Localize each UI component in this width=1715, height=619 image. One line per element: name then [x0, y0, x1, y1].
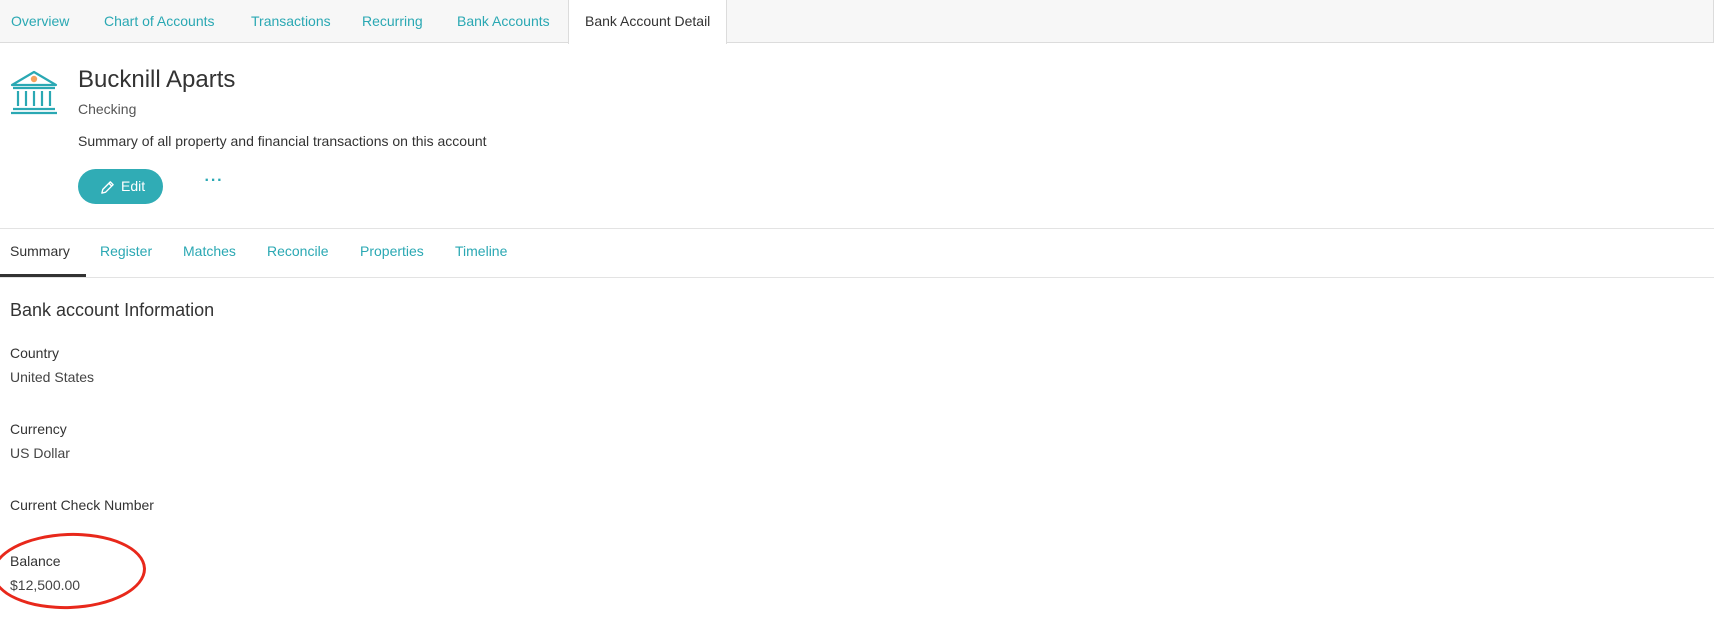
header-divider	[0, 228, 1714, 229]
edit-button-label: Edit	[121, 178, 146, 194]
pencil-icon	[101, 181, 114, 194]
section-title: Bank account Information	[10, 300, 215, 320]
tab-overview[interactable]: Overview	[11, 0, 69, 43]
country-label: Country	[10, 345, 60, 361]
tab-recurring[interactable]: Recurring	[362, 0, 423, 43]
tab-bank-accounts[interactable]: Bank Accounts	[457, 0, 550, 43]
account-type: Checking	[78, 101, 137, 117]
tab-transactions[interactable]: Transactions	[251, 0, 331, 43]
bank-building-icon	[10, 70, 58, 115]
ellipsis-icon[interactable]: ···	[203, 173, 225, 196]
subtab-summary[interactable]: Summary	[10, 243, 70, 259]
subtab-properties[interactable]: Properties	[360, 243, 424, 259]
subtab-timeline[interactable]: Timeline	[455, 243, 507, 259]
currency-value: US Dollar	[10, 445, 70, 461]
account-description: Summary of all property and financial tr…	[78, 133, 487, 149]
currency-label: Currency	[10, 421, 67, 437]
edit-button[interactable]: Edit	[78, 169, 163, 204]
account-name: Bucknill Aparts	[78, 66, 236, 93]
top-nav-tabs: Overview Chart of Accounts Transactions …	[0, 0, 1714, 44]
subtab-divider	[0, 277, 1714, 278]
subtab-register[interactable]: Register	[100, 243, 152, 259]
subtab-matches[interactable]: Matches	[183, 243, 236, 259]
tab-chart-of-accounts[interactable]: Chart of Accounts	[104, 0, 215, 43]
country-value: United States	[10, 369, 95, 385]
subtab-reconcile[interactable]: Reconcile	[267, 243, 328, 259]
annotation-circle	[0, 530, 148, 612]
check-number-label: Current Check Number	[10, 497, 154, 513]
tab-bank-account-detail[interactable]: Bank Account Detail	[568, 0, 728, 44]
